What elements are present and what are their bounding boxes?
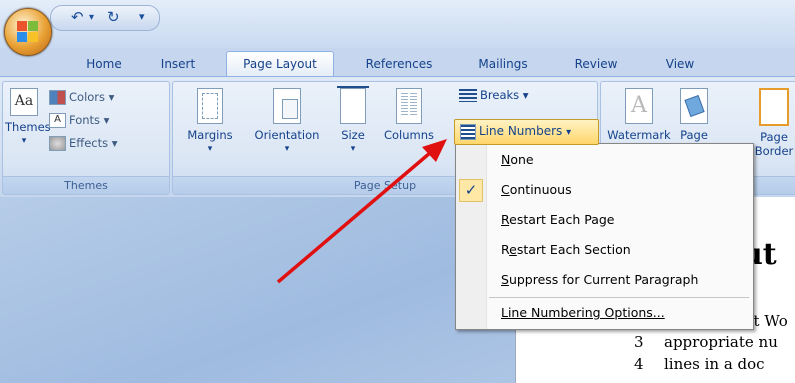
themes-label: Themes <box>5 120 51 134</box>
orientation-button[interactable]: Orientation ▾ <box>245 88 329 156</box>
page-color-button[interactable]: Page <box>673 88 715 142</box>
line-numbers-icon <box>460 123 476 140</box>
watermark-icon: A <box>625 88 653 124</box>
undo-icon[interactable]: ↶ <box>71 8 84 26</box>
tab-review[interactable]: Review <box>570 53 622 75</box>
fonts-label: Fonts <box>69 113 101 127</box>
size-button[interactable]: Size ▾ <box>333 86 373 156</box>
themes-group: Aa Themes ▾ Colors ▾ A Fonts ▾ Effects ▾ … <box>2 81 170 195</box>
columns-label: Columns <box>383 128 435 142</box>
customize-qat-icon[interactable]: ▾ <box>139 10 145 23</box>
document-line-3-text: appropriate nu <box>664 333 778 351</box>
page-color-icon <box>680 88 708 124</box>
page-borders-icon <box>759 88 789 126</box>
redo-icon[interactable]: ↻ <box>107 8 120 26</box>
margins-button[interactable]: Margins ▾ <box>177 88 243 156</box>
themes-button[interactable]: Aa Themes ▾ <box>5 88 51 148</box>
office-logo-icon <box>17 21 39 43</box>
menu-item-restart-each-page[interactable]: Restart Each Page <box>456 207 753 233</box>
effects-label: Effects <box>69 136 109 150</box>
margins-dropdown-icon: ▾ <box>207 144 213 154</box>
themes-icon: Aa <box>10 88 38 116</box>
tab-page-layout[interactable]: Page Layout <box>226 51 334 77</box>
accel-e: e <box>509 242 517 257</box>
document-line-4-text: lines in a doc <box>664 355 765 373</box>
menu-item-continuous[interactable]: ✓ Continuous <box>456 177 753 203</box>
tab-mailings[interactable]: Mailings <box>470 53 536 75</box>
menu-item-restart-each-section[interactable]: Restart Each Section <box>456 237 753 263</box>
size-icon <box>337 86 369 124</box>
menu-separator <box>489 297 749 298</box>
menu-item-none-label: None <box>501 152 534 167</box>
effects-button[interactable]: Effects ▾ <box>49 134 118 152</box>
accel-n: N <box>501 152 511 167</box>
watermark-button[interactable]: A Watermark <box>607 88 671 142</box>
watermark-label: Watermark <box>607 128 671 142</box>
margins-icon <box>197 88 223 124</box>
breaks-button[interactable]: Breaks ▾ <box>459 86 529 104</box>
fonts-button[interactable]: A Fonts ▾ <box>49 111 109 129</box>
line-numbers-menu: None ✓ Continuous Restart Each Page Rest… <box>455 143 754 330</box>
orientation-label: Orientation <box>254 128 320 142</box>
undo-dropdown-icon[interactable]: ▾ <box>89 12 94 23</box>
themes-group-label: Themes <box>3 176 169 194</box>
checkmark-icon: ✓ <box>459 179 483 202</box>
line-numbers-label: Line Numbers <box>479 124 563 138</box>
menu-item-suppress[interactable]: Suppress for Current Paragraph <box>456 267 753 293</box>
orientation-icon <box>273 88 301 124</box>
menu-item-line-numbering-options-label: Line Numbering Options... <box>501 305 665 320</box>
menu-item-none[interactable]: None <box>456 147 753 173</box>
menu-item-continuous-label: Continuous <box>501 182 572 197</box>
accel-c: C <box>501 182 510 197</box>
colors-icon <box>49 90 66 105</box>
breaks-icon <box>459 89 477 102</box>
columns-icon <box>396 88 422 124</box>
themes-dropdown-icon: ▾ <box>21 136 27 146</box>
menu-item-suppress-label: Suppress for Current Paragraph <box>501 272 699 287</box>
page-borders-button[interactable]: Page Border <box>751 88 795 158</box>
tab-home[interactable]: Home <box>78 53 130 75</box>
tab-view[interactable]: View <box>660 53 700 75</box>
menu-item-restart-each-page-label: Restart Each Page <box>501 212 615 227</box>
effects-icon <box>49 136 66 151</box>
size-label: Size <box>341 128 365 142</box>
accel-r: R <box>501 212 510 227</box>
tab-insert[interactable]: Insert <box>156 53 200 75</box>
colors-button[interactable]: Colors ▾ <box>49 88 114 106</box>
breaks-label: Breaks <box>480 88 520 102</box>
line-number-4: 4 <box>634 355 644 373</box>
orientation-dropdown-icon: ▾ <box>284 144 290 154</box>
margins-label: Margins <box>187 128 233 142</box>
colors-label: Colors <box>69 90 106 104</box>
ribbon-tabs: Home Insert Page Layout References Maili… <box>0 48 795 77</box>
accel-s: S <box>501 272 509 287</box>
menu-item-restart-each-section-label: Restart Each Section <box>501 242 631 257</box>
line-numbers-dropdown-icon: ▾ <box>566 127 572 138</box>
quick-access-toolbar: ↶ ▾ ↻ ▾ <box>50 5 160 31</box>
tab-references[interactable]: References <box>356 53 442 75</box>
fonts-icon: A <box>49 113 66 128</box>
page-color-label: Page <box>680 128 708 142</box>
line-numbers-button[interactable]: Line Numbers ▾ <box>454 119 599 145</box>
columns-button[interactable]: Columns <box>373 88 445 142</box>
size-dropdown-icon: ▾ <box>350 144 356 154</box>
office-button[interactable] <box>4 8 52 56</box>
page-borders-label-1: Page <box>760 130 788 144</box>
menu-item-line-numbering-options[interactable]: Line Numbering Options... <box>456 300 753 326</box>
line-number-3: 3 <box>634 333 644 351</box>
page-borders-label-2: Border <box>754 144 794 158</box>
